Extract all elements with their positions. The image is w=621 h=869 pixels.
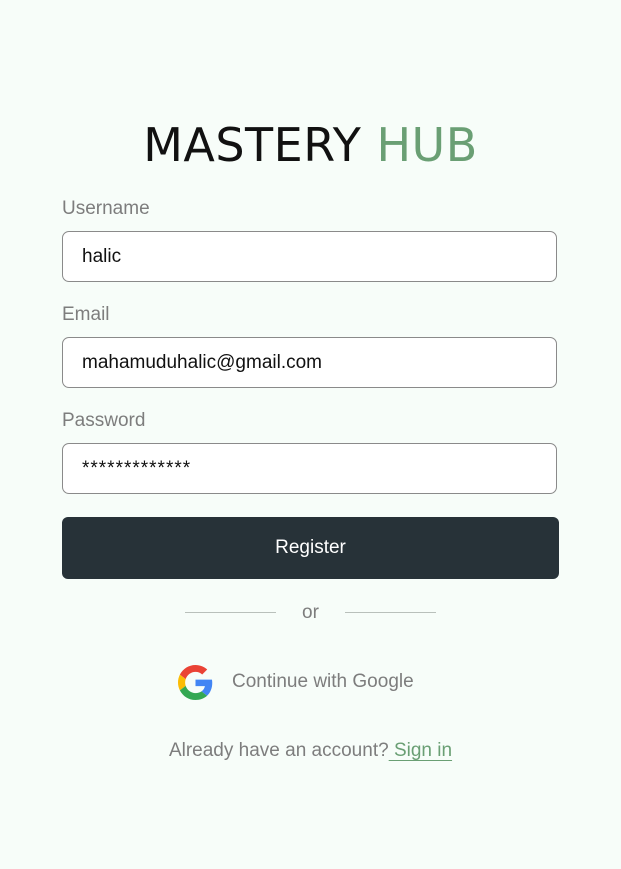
password-value: *************: [82, 457, 192, 479]
logo-word-mastery: MASTERY: [143, 118, 362, 172]
google-icon: [178, 664, 213, 700]
logo-word-hub: HUB: [376, 118, 478, 172]
username-label: Username: [62, 198, 150, 219]
username-input[interactable]: halic: [62, 231, 557, 282]
sign-in-link[interactable]: Sign in: [389, 740, 452, 761]
register-button[interactable]: Register: [62, 517, 559, 579]
username-value: halic: [82, 245, 122, 267]
password-label: Password: [62, 410, 146, 431]
divider-or-text: or: [302, 602, 319, 623]
email-value: mahamuduhalic@gmail.com: [82, 351, 322, 373]
password-input[interactable]: *************: [62, 443, 557, 494]
continue-with-google-label: Continue with Google: [232, 671, 414, 692]
continue-with-google-button[interactable]: Continue with Google: [178, 664, 414, 700]
divider-line-right: [345, 612, 436, 613]
email-label: Email: [62, 304, 110, 325]
signin-prompt: Already have an account? Sign in: [0, 739, 621, 763]
email-input[interactable]: mahamuduhalic@gmail.com: [62, 337, 557, 388]
register-button-label: Register: [275, 537, 346, 558]
already-have-account-text: Already have an account?: [168, 740, 389, 761]
app-logo: MASTERY HUB: [0, 117, 621, 173]
